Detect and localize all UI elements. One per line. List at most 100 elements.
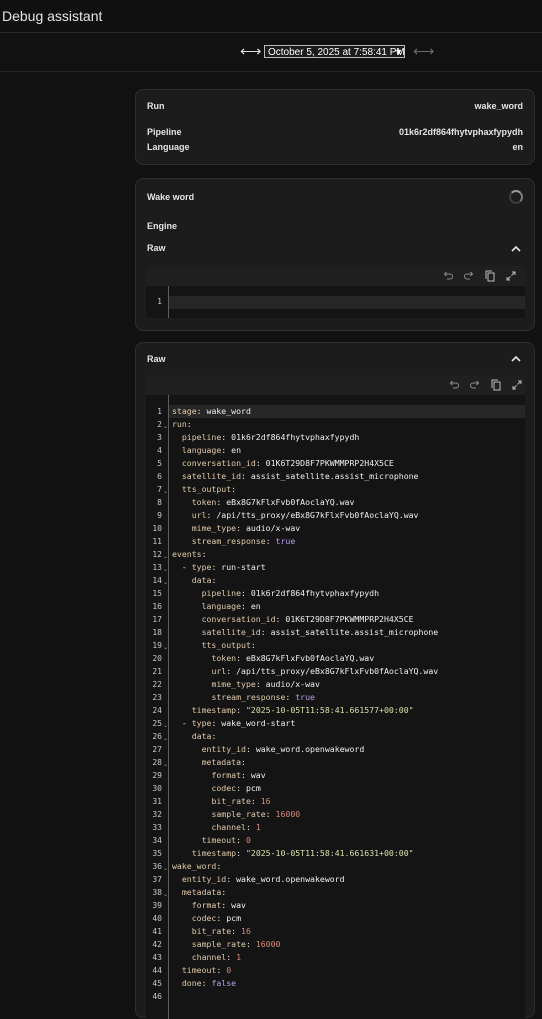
code-line: conversation_id: 01K6T29D8F7PKWMMPRP2H4X…	[181, 458, 394, 468]
line-number: 2	[157, 420, 162, 429]
line-number: 46	[152, 992, 162, 1001]
line-number: 22	[152, 680, 162, 689]
line-number: 36	[152, 862, 162, 871]
code-line: stream_response: true	[211, 692, 315, 702]
line-number: 11	[152, 537, 162, 546]
code-line: codec: pcm	[191, 913, 242, 923]
code-line: data:	[191, 731, 217, 741]
line-number: 8	[157, 498, 162, 507]
undo-icon[interactable]	[448, 379, 460, 391]
line-number: 13	[152, 563, 162, 572]
code-line: stage: wake_word	[172, 406, 251, 416]
chevron-up-icon[interactable]	[511, 245, 521, 253]
code-line: done: false	[181, 978, 237, 988]
code-line: entity_id: wake_word.openwakeword	[181, 874, 345, 884]
line-number: 1	[157, 297, 162, 306]
language-label: Language	[147, 142, 190, 152]
code-line: format: wav	[191, 900, 246, 910]
code-line: tts_output:	[201, 640, 256, 650]
editor-code-area[interactable]	[168, 286, 525, 318]
code-line: metadata:	[201, 757, 246, 767]
line-number: 30	[152, 784, 162, 793]
line-number: 34	[152, 836, 162, 845]
code-line: timeout: 0	[201, 835, 251, 845]
run-select[interactable]: October 5, 2025 at 7:58:41 PM ▼	[264, 45, 405, 58]
copy-icon[interactable]	[484, 270, 496, 282]
run-navigation: ⟷ October 5, 2025 at 7:58:41 PM ▼ ⟷	[0, 34, 542, 72]
line-number: 31	[152, 797, 162, 806]
chevron-down-icon: ▼	[394, 47, 403, 57]
line-number: 7	[157, 485, 162, 494]
previous-run-icon[interactable]: ⟷	[240, 42, 262, 60]
line-number: 43	[152, 953, 162, 962]
line-number: 41	[152, 927, 162, 936]
code-line: url: /api/tts_proxy/eBx8G7kFlxFvb0fAocla…	[211, 666, 439, 676]
code-line: satellite_id: assist_satellite.assist_mi…	[181, 471, 419, 481]
code-line: sample_rate: 16000	[211, 809, 301, 819]
code-line: format: wav	[211, 770, 266, 780]
code-line: entity_id: wake_word.openwakeword	[201, 744, 365, 754]
redo-icon[interactable]	[469, 379, 481, 391]
language-value: en	[512, 142, 523, 152]
app-header: Debug assistant	[0, 0, 542, 33]
editor-gutter: 1 2 ⌄ 3 4 5 6 7 ⌄ 8 9 10 11 12 ⌄ 13 ⌄ 14 ⌄ 15 16 17 18 19 ⌄ 20 21 2…	[146, 395, 168, 1019]
line-number: 6	[157, 472, 162, 481]
wake-word-raw-editor[interactable]: 1	[146, 266, 525, 318]
line-number: 14	[152, 576, 162, 585]
line-number: 35	[152, 849, 162, 858]
code-line: bit_rate: 16	[211, 796, 271, 806]
line-number: 25	[152, 719, 162, 728]
code-line: language: en	[181, 445, 242, 455]
line-number: 26	[152, 732, 162, 741]
editor-code-area[interactable]: stage: wake_word run: pipeline: 01k6r2df8…	[168, 395, 525, 1019]
line-number: 17	[152, 615, 162, 624]
run-value: wake_word	[474, 101, 523, 111]
code-line: pipeline: 01k6r2df864fhytvphaxfypydh	[181, 432, 360, 442]
copy-icon[interactable]	[490, 379, 502, 391]
line-number: 24	[152, 706, 162, 715]
line-number: 3	[157, 433, 162, 442]
line-number: 32	[152, 810, 162, 819]
line-number: 38	[152, 888, 162, 897]
editor-toolbar	[146, 266, 525, 286]
page-title: Debug assistant	[2, 8, 103, 24]
pipeline-value: 01k6r2df864fhytvphaxfypydh	[398, 127, 523, 137]
code-line: codec: pcm	[211, 783, 261, 793]
redo-icon[interactable]	[463, 270, 475, 282]
code-line: stream_response: true	[191, 536, 296, 546]
code-line: token: eBx8G7kFlxFvb0fAoclaYQ.wav	[191, 497, 355, 507]
code-line: timestamp: "2025-10-05T11:58:41.661631+0…	[191, 848, 414, 858]
line-number: 5	[157, 459, 162, 468]
line-number: 27	[152, 745, 162, 754]
code-line: run:	[172, 419, 192, 429]
run-label: Run	[147, 101, 165, 111]
line-number: 44	[152, 966, 162, 975]
line-number: 33	[152, 823, 162, 832]
engine-label: Engine	[147, 221, 178, 231]
code-line: wake_word:	[172, 861, 222, 871]
code-line: language: en	[201, 601, 261, 611]
line-number: 29	[152, 771, 162, 780]
fullscreen-icon[interactable]	[511, 379, 523, 391]
raw-card: Raw 1 2 ⌄ 3 4 5 6 7 ⌄ 8 9 10 11 12 ⌄ 13 ⌄ 14 ⌄ 15 16 17 18 19 ⌄ 2…	[135, 342, 535, 1019]
code-line: pipeline: 01k6r2df864fhytvphaxfypydh	[201, 588, 380, 598]
code-line: - type: wake_word-start	[172, 718, 296, 728]
code-line: metadata:	[181, 887, 227, 897]
active-line	[169, 296, 525, 309]
code-line: - type: run-start	[172, 562, 266, 572]
code-line: timeout: 0	[181, 965, 232, 975]
run-summary-card: Run wake_word Pipeline 01k6r2df864fhytvp…	[135, 89, 535, 165]
code-line: token: eBx8G7kFlxFvb0fAoclaYQ.wav	[211, 653, 375, 663]
line-number: 45	[152, 979, 162, 988]
line-number: 10	[152, 524, 162, 533]
chevron-up-icon[interactable]	[511, 355, 521, 363]
fullscreen-icon[interactable]	[505, 270, 517, 282]
line-number: 16	[152, 602, 162, 611]
line-number: 23	[152, 693, 162, 702]
code-line: tts_output:	[181, 484, 237, 494]
undo-icon[interactable]	[442, 270, 454, 282]
raw-title: Raw	[147, 354, 166, 364]
raw-editor[interactable]: 1 2 ⌄ 3 4 5 6 7 ⌄ 8 9 10 11 12 ⌄ 13 ⌄ 14 ⌄ 15 16 17 18 19 ⌄ 20 21 2…	[146, 375, 525, 1019]
run-select-value: October 5, 2025 at 7:58:41 PM	[268, 47, 405, 58]
next-run-icon[interactable]: ⟷	[413, 42, 435, 60]
